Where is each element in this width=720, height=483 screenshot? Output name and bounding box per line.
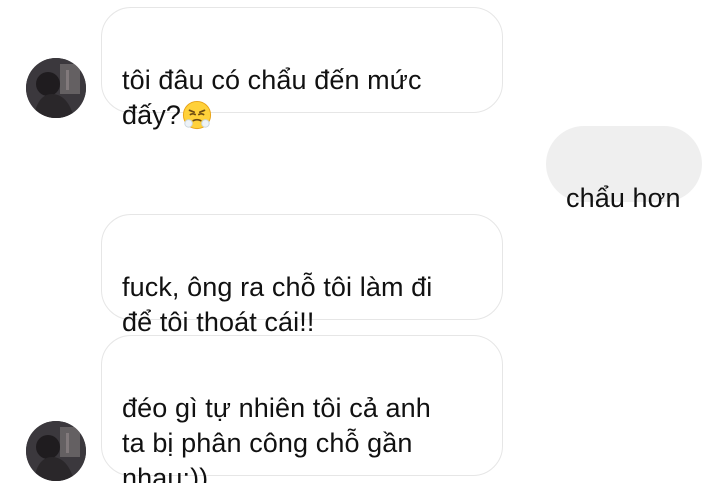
- message-text: tôi đâu có chẩu đến mức đấy?: [122, 65, 422, 130]
- face-with-steam-from-nose-icon: [182, 100, 212, 130]
- avatar-photo-icon: [26, 421, 86, 481]
- avatar-photo-icon: [26, 58, 86, 118]
- message-bubble[interactable]: tôi đâu có chẩu đến mức đấy?: [101, 7, 503, 130]
- message-bubble-sent[interactable]: chẩu hơn: [546, 126, 702, 213]
- chat-thread: tôi đâu có chẩu đến mức đấy? chẩu hơn fu…: [0, 0, 720, 483]
- message-bubble[interactable]: fuck, ông ra chỗ tôi làm đi để tôi thoát…: [101, 214, 503, 337]
- message-bubble[interactable]: đéo gì tự nhiên tôi cả anh ta bị phân cô…: [101, 335, 503, 483]
- message-text: đéo gì tự nhiên tôi cả anh ta bị phân cô…: [122, 393, 431, 483]
- contact-avatar[interactable]: [26, 421, 86, 481]
- message-text: fuck, ông ra chỗ tôi làm đi để tôi thoát…: [122, 272, 433, 337]
- contact-avatar[interactable]: [26, 58, 86, 118]
- message-text: chẩu hơn: [566, 183, 681, 213]
